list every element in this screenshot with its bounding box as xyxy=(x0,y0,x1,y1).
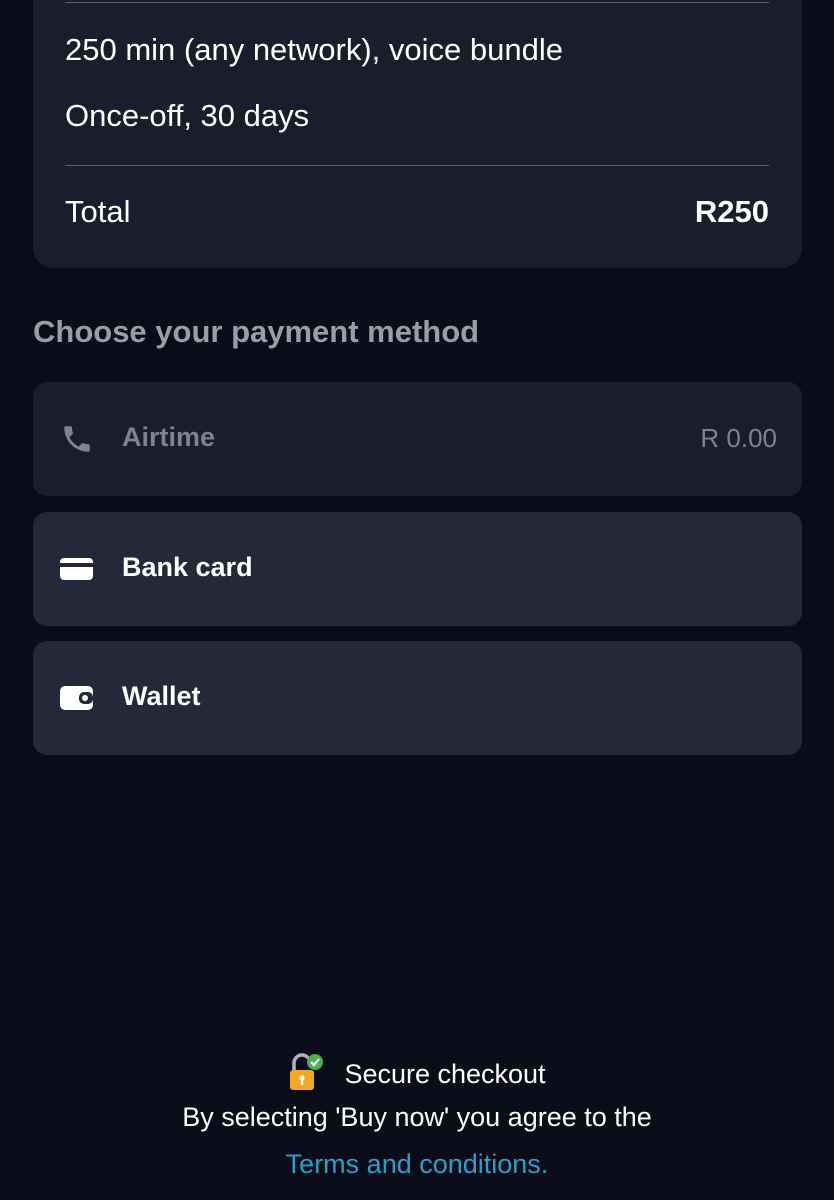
bundle-name: 250 min (any network), voice bundle xyxy=(65,32,563,67)
payment-option-wallet[interactable]: Wallet xyxy=(33,641,802,755)
terms-and-conditions-link[interactable]: Terms and conditions. xyxy=(286,1149,549,1180)
total-value: R250 xyxy=(694,194,769,229)
summary-top-divider xyxy=(65,2,769,3)
secure-checkout-row: Secure checkout xyxy=(0,1052,834,1096)
secure-checkout-label: Secure checkout xyxy=(344,1058,546,1089)
secure-lock-icon xyxy=(288,1052,324,1097)
payment-option-label: Wallet xyxy=(122,681,201,711)
agreement-text: By selecting 'Buy now' you agree to the xyxy=(182,1102,652,1132)
payment-method-title: Choose your payment method xyxy=(33,314,480,349)
summary-bottom-divider xyxy=(65,165,769,166)
wallet-icon xyxy=(59,681,95,715)
order-summary-card: 250 min (any network), voice bundle Once… xyxy=(33,0,802,268)
payment-option-label: Airtime xyxy=(122,422,216,452)
total-label: Total xyxy=(65,194,131,229)
payment-option-bank-card[interactable]: Bank card xyxy=(33,512,802,626)
credit-card-icon xyxy=(59,552,95,586)
phone-icon xyxy=(59,422,95,456)
bundle-term: Once-off, 30 days xyxy=(65,98,310,133)
airtime-balance: R 0.00 xyxy=(700,423,777,453)
checkout-footer: Secure checkout By selecting 'Buy now' y… xyxy=(0,1052,834,1180)
payment-option-label: Bank card xyxy=(122,552,253,582)
payment-option-airtime[interactable]: Airtime R 0.00 xyxy=(33,382,802,496)
